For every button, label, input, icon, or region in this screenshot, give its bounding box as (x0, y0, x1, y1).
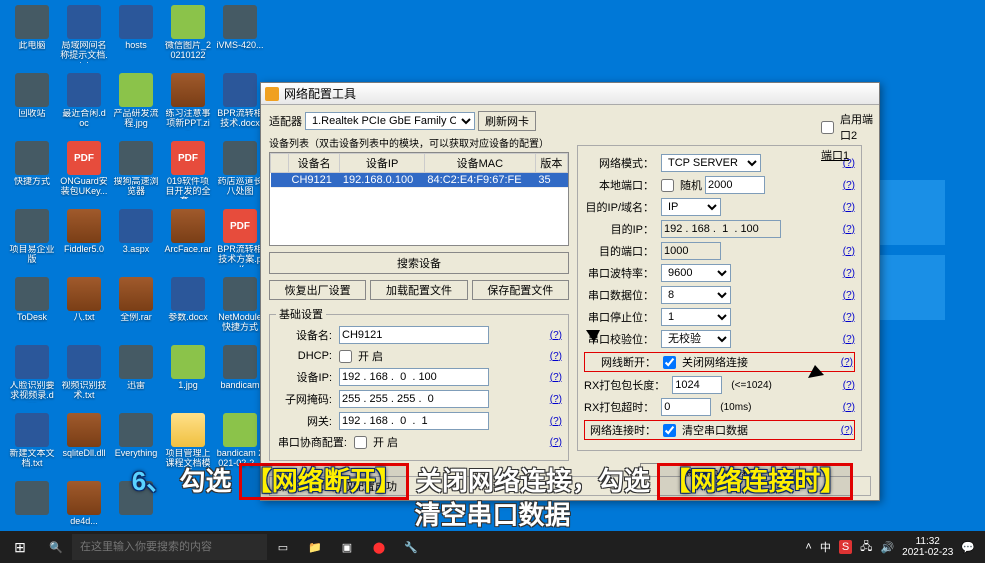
desktop-icon[interactable]: iVMS-420... (216, 5, 264, 67)
adapter-label: 适配器 (269, 113, 302, 129)
desktop-icon[interactable]: 参数.docx (164, 277, 212, 339)
notification-icon[interactable]: 💬 (961, 541, 975, 554)
device-name-input[interactable] (339, 326, 489, 344)
desktop-icon[interactable]: 回收站 (8, 73, 56, 135)
net-connect-checkbox[interactable] (663, 424, 676, 437)
tutorial-caption: 6、 勾选 【网络断开】 关闭网络连接，勾选 【网络连接时】 清空串口数据 (0, 463, 985, 531)
task-view-button[interactable]: ▭ (267, 531, 299, 563)
desktop-icon[interactable]: 药店巡道长八处图 (216, 141, 264, 203)
titlebar[interactable]: 网络配置工具 (261, 83, 879, 105)
volume-icon[interactable]: 🔊 (880, 541, 894, 554)
rx-len-input[interactable] (672, 376, 722, 394)
device-list-note: 设备列表（双击设备列表中的模块，可以获取对应设备的配置） (269, 135, 569, 150)
dest-type-select[interactable]: IP (661, 198, 721, 216)
net-disconnect-row: 网线断开：关闭网络连接(?) (584, 352, 855, 372)
tray-up-icon[interactable]: ˄ (805, 541, 811, 553)
right-panel: 网络模式：TCP SERVER(?) 本地端口：随机(?) 目的IP/域名：IP… (577, 111, 862, 487)
desktop-icon[interactable]: hosts (112, 5, 160, 67)
desktop-icon[interactable]: 项目易企业版 (8, 209, 56, 271)
taskbar: ⊞ 🔍 ▭ 📁 ▣ ⬤ 🔧 ˄ 中 S 🖧 🔊 11:32 2021-02-23… (0, 531, 985, 563)
net-mode-select[interactable]: TCP SERVER (661, 154, 761, 172)
desktop-icon[interactable]: 全例.rar (112, 277, 160, 339)
explorer-icon[interactable]: 📁 (299, 531, 331, 563)
dest-ip-input[interactable] (661, 220, 781, 238)
desktop-icon[interactable]: PDFONGuard安装包UKey... (60, 141, 108, 203)
net-connect-row: 网络连接时：清空串口数据(?) (584, 420, 855, 440)
desktop-icon[interactable]: 最近合闲.doc (60, 73, 108, 135)
desktop-icon[interactable]: 此电脑 (8, 5, 56, 67)
desktop-icon[interactable]: 搜狗高速浏览器 (112, 141, 160, 203)
desktop-icon[interactable]: bandicam (216, 345, 264, 407)
desktop-icon[interactable]: PDFBPR流转相技术方案.pdf (216, 209, 264, 271)
terminal-icon[interactable]: ▣ (331, 531, 363, 563)
start-button[interactable]: ⊞ (0, 531, 40, 563)
left-panel: 适配器 1.Realtek PCIe GbE Family Cont 刷新网卡 … (269, 111, 569, 487)
random-port-checkbox[interactable] (661, 179, 674, 192)
stop-bits-select[interactable]: 1 (661, 308, 731, 326)
port1-tab[interactable]: 端口1 (821, 147, 849, 163)
app-task-icon[interactable]: 🔧 (395, 531, 427, 563)
desktop-icon[interactable]: 3.aspx (112, 209, 160, 271)
dest-port-input[interactable] (661, 242, 721, 260)
desktop-icon[interactable]: 微信图片_20210122 (164, 5, 212, 67)
desktop-icon[interactable]: 快捷方式 (8, 141, 56, 203)
serial-nego-checkbox[interactable] (354, 436, 367, 449)
port-settings-group: 网络模式：TCP SERVER(?) 本地端口：随机(?) 目的IP/域名：IP… (577, 145, 862, 451)
desktop-icon[interactable]: NetModule快捷方式 (216, 277, 264, 339)
desktop-icon[interactable]: 练习注意事项新PPT.zip (164, 73, 212, 135)
baud-select[interactable]: 9600 (661, 264, 731, 282)
record-icon[interactable]: ⬤ (363, 531, 395, 563)
network-icon[interactable]: 🖧 (860, 538, 872, 557)
rx-timeout-input[interactable] (661, 398, 711, 416)
desktop-icon[interactable]: 八.txt (60, 277, 108, 339)
parity-select[interactable]: 无校验 (661, 330, 731, 348)
desktop-icon[interactable]: 人脸识别要求视频录.doc (8, 345, 56, 407)
desktop-icon[interactable]: Fiddler5.0 (60, 209, 108, 271)
network-config-window: 网络配置工具 启用端口2 端口1 适配器 1.Realtek PCIe GbE … (260, 82, 880, 501)
desktop-icon[interactable]: ToDesk (8, 277, 56, 339)
save-config-button[interactable]: 保存配置文件 (472, 280, 569, 300)
device-ip-input[interactable] (339, 368, 489, 386)
local-port-input[interactable] (705, 176, 765, 194)
app-icon (265, 87, 279, 101)
desktop-icon[interactable]: BPR流转相技术.docx (216, 73, 264, 135)
desktop-icon[interactable]: 迅雷 (112, 345, 160, 407)
gateway-input[interactable] (339, 412, 489, 430)
search-device-button[interactable]: 搜索设备 (269, 252, 569, 274)
desktop-icon[interactable]: 局域网间名称提示文档.txt (60, 5, 108, 67)
window-title: 网络配置工具 (284, 85, 356, 102)
table-row[interactable]: CH9121 192.168.0.100 84:C2:E4:F9:67:FE 3… (271, 173, 568, 188)
refresh-nic-button[interactable]: 刷新网卡 (478, 111, 536, 131)
system-tray[interactable]: ˄ 中 S 🖧 🔊 11:32 2021-02-23 💬 (795, 536, 985, 558)
ime-icon[interactable]: 中 (820, 539, 831, 555)
desktop-icon[interactable]: 视频识别技术.txt (60, 345, 108, 407)
enable-port2-checkbox[interactable] (821, 121, 834, 134)
net-disconnect-checkbox[interactable] (663, 356, 676, 369)
data-bits-select[interactable]: 8 (661, 286, 731, 304)
device-table[interactable]: 设备名 设备IP 设备MAC 版本 CH9121 192.168.0.100 8… (269, 152, 569, 246)
taskbar-clock[interactable]: 11:32 2021-02-23 (902, 536, 953, 558)
basic-settings-group: 基础设置 设备名:(?) DHCP:开 启(?) 设备IP:(?) 子网掩码:(… (269, 306, 569, 461)
desktop-icon[interactable]: 1.jpg (164, 345, 212, 407)
subnet-mask-input[interactable] (339, 390, 489, 408)
factory-reset-button[interactable]: 恢复出厂设置 (269, 280, 366, 300)
adapter-select[interactable]: 1.Realtek PCIe GbE Family Cont (305, 112, 475, 130)
desktop-icon[interactable]: 产品研发流程.jpg (112, 73, 160, 135)
desktop-icon[interactable]: ArcFace.rar (164, 209, 212, 271)
port-selection: 启用端口2 端口1 (821, 111, 879, 167)
desktop-icon[interactable]: PDF019软件项目开发的全套... (164, 141, 212, 203)
dhcp-checkbox[interactable] (339, 350, 352, 363)
load-config-button[interactable]: 加载配置文件 (370, 280, 467, 300)
input-icon[interactable]: S (839, 540, 852, 554)
search-icon[interactable]: 🔍 (40, 531, 72, 563)
search-input[interactable] (72, 534, 267, 560)
